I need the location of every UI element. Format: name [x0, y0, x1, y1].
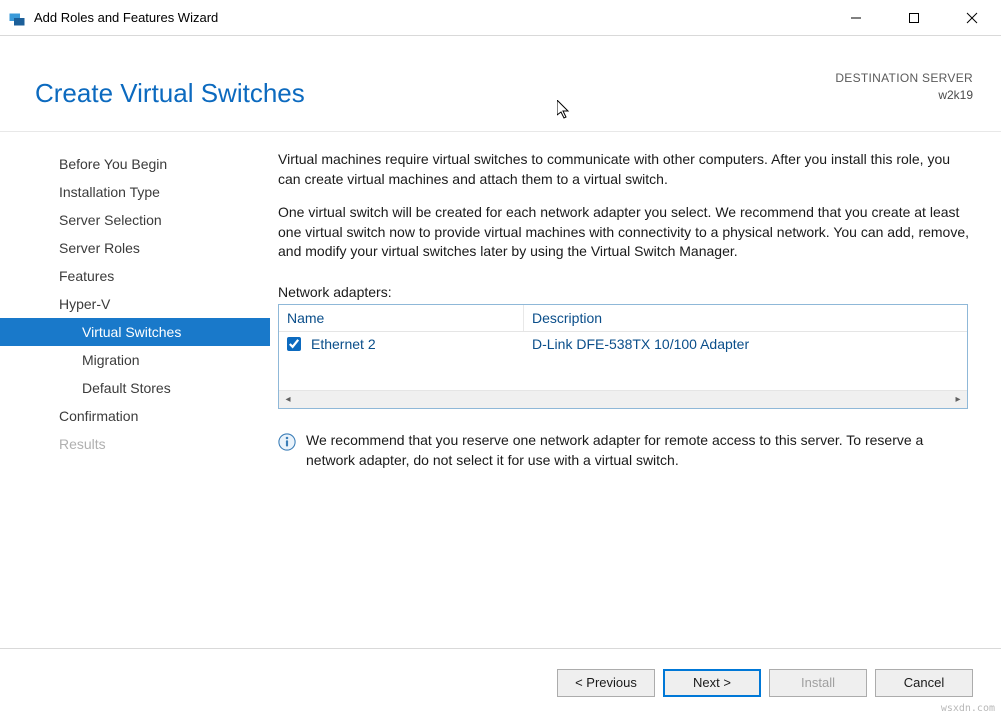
adapter-description: D-Link DFE-538TX 10/100 Adapter — [532, 336, 959, 352]
destination-value: w2k19 — [835, 87, 973, 104]
close-button[interactable] — [943, 0, 1001, 35]
info-text: We recommend that you reserve one networ… — [306, 431, 973, 470]
sidebar-item-migration[interactable]: Migration — [0, 346, 270, 374]
sidebar-item-installation-type[interactable]: Installation Type — [0, 178, 270, 206]
window-controls — [827, 0, 1001, 35]
maximize-button[interactable] — [885, 0, 943, 35]
info-icon — [278, 433, 296, 451]
sidebar-item-results: Results — [0, 430, 270, 458]
previous-button[interactable]: < Previous — [557, 669, 655, 697]
body: Before You BeginInstallation TypeServer … — [0, 132, 1001, 648]
sidebar-item-server-selection[interactable]: Server Selection — [0, 206, 270, 234]
scroll-right-icon[interactable]: ▸ — [949, 391, 967, 409]
sidebar: Before You BeginInstallation TypeServer … — [0, 132, 270, 648]
info-note: We recommend that you reserve one networ… — [278, 431, 973, 470]
adapter-row[interactable]: Ethernet 2D-Link DFE-538TX 10/100 Adapte… — [279, 332, 967, 356]
sidebar-item-confirmation[interactable]: Confirmation — [0, 402, 270, 430]
cancel-button[interactable]: Cancel — [875, 669, 973, 697]
install-button[interactable]: Install — [769, 669, 867, 697]
intro-paragraph-2: One virtual switch will be created for e… — [278, 203, 973, 262]
cursor-icon — [557, 100, 573, 120]
sidebar-item-default-stores[interactable]: Default Stores — [0, 374, 270, 402]
window-title: Add Roles and Features Wizard — [34, 10, 827, 25]
sidebar-item-virtual-switches[interactable]: Virtual Switches — [0, 318, 270, 346]
sidebar-item-hyper-v[interactable]: Hyper-V — [0, 290, 270, 318]
intro-paragraph-1: Virtual machines require virtual switche… — [278, 150, 973, 189]
destination-server: DESTINATION SERVER w2k19 — [835, 70, 973, 104]
adapter-name: Ethernet 2 — [311, 336, 532, 352]
watermark: wsxdn.com — [941, 703, 995, 714]
grid-body: Ethernet 2D-Link DFE-538TX 10/100 Adapte… — [279, 332, 967, 390]
sidebar-item-before-you-begin[interactable]: Before You Begin — [0, 150, 270, 178]
app-icon — [8, 9, 26, 27]
destination-label: DESTINATION SERVER — [835, 70, 973, 87]
titlebar: Add Roles and Features Wizard — [0, 0, 1001, 36]
grid-header: Name Description — [279, 305, 967, 332]
content: Virtual machines require virtual switche… — [270, 132, 1001, 648]
sidebar-item-server-roles[interactable]: Server Roles — [0, 234, 270, 262]
next-button[interactable]: Next > — [663, 669, 761, 697]
footer: < Previous Next > Install Cancel — [0, 648, 1001, 716]
network-adapters-label: Network adapters: — [278, 284, 973, 300]
adapter-checkbox[interactable] — [287, 337, 301, 351]
sidebar-item-features[interactable]: Features — [0, 262, 270, 290]
minimize-button[interactable] — [827, 0, 885, 35]
column-header-name[interactable]: Name — [279, 305, 524, 331]
header: Create Virtual Switches DESTINATION SERV… — [0, 36, 1001, 132]
adapters-grid: Name Description Ethernet 2D-Link DFE-53… — [278, 304, 968, 409]
page-title: Create Virtual Switches — [35, 78, 305, 109]
scroll-left-icon[interactable]: ◂ — [279, 391, 297, 409]
column-header-description[interactable]: Description — [524, 305, 967, 331]
horizontal-scrollbar[interactable]: ◂ ▸ — [279, 390, 967, 408]
